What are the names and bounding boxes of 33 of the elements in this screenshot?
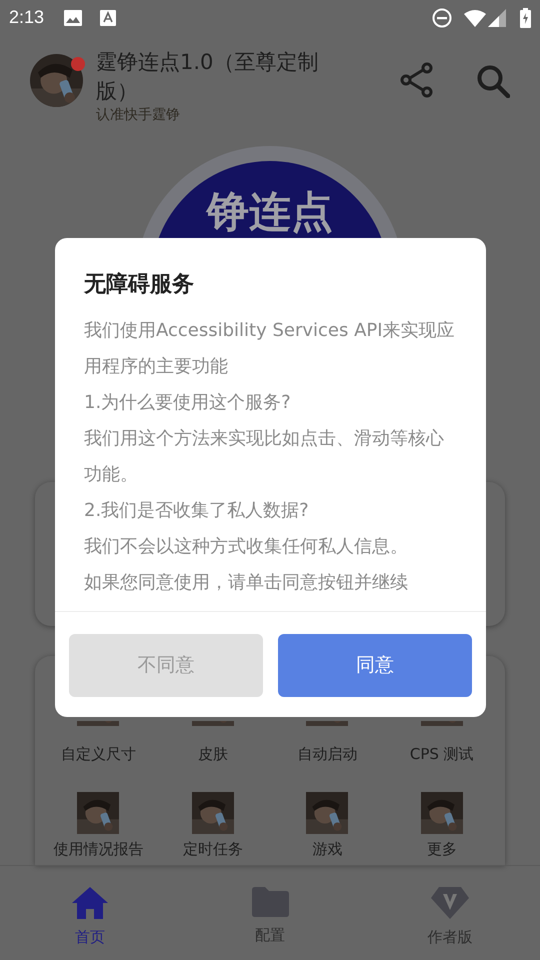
start-label: 铮连点 [207, 190, 333, 237]
folder-icon [250, 886, 290, 918]
do-not-disturb-icon [432, 8, 452, 28]
home-icon [71, 886, 109, 920]
feature-item[interactable]: 使用情况报告 [41, 792, 156, 860]
disagree-button[interactable]: 不同意 [69, 634, 263, 697]
tab[interactable]: 作者版 [360, 866, 540, 960]
status-time: 2:13 [9, 6, 44, 30]
battery-charging-icon [520, 8, 531, 28]
agree-button[interactable]: 同意 [278, 634, 472, 697]
tab[interactable]: 首页 [0, 866, 180, 960]
dialog-paragraph: 如果您同意使用，请单击同意按钮并继续 [84, 571, 409, 595]
dialog-paragraph: 我们使用Accessibility Services API来实现应用程序的主要功能 [84, 319, 456, 379]
app-title: 霆铮连点1.0（至尊定制版） [96, 48, 320, 105]
text-icon [100, 10, 116, 26]
dialog-paragraph: 2.我们是否收集了私人数据? [84, 499, 310, 523]
feature-item[interactable]: 更多 [384, 792, 499, 860]
tab[interactable]: 配置 [180, 866, 360, 960]
search-button[interactable] [476, 64, 510, 98]
share-icon [400, 62, 434, 98]
dialog-title: 无障碍服务 [82, 271, 195, 299]
dialog-paragraph: 1.为什么要使用这个服务? [84, 391, 292, 415]
feature-item[interactable]: 定时任务 [156, 792, 270, 860]
dialog-paragraph: 我们用这个方法来实现比如点击、滑动等核心功能。 [84, 427, 445, 487]
image-icon [64, 10, 82, 26]
share-button[interactable] [400, 62, 434, 98]
app-subtitle: 认准快手霆铮 [96, 106, 181, 124]
wifi-icon [464, 8, 486, 27]
dialog-paragraph: 我们不会以这种方式收集任何私人信息。 [84, 535, 409, 559]
signal-icon [488, 8, 506, 27]
feature-item[interactable]: 游戏 [270, 792, 384, 860]
diamond-icon [430, 886, 470, 920]
search-icon [476, 64, 510, 98]
